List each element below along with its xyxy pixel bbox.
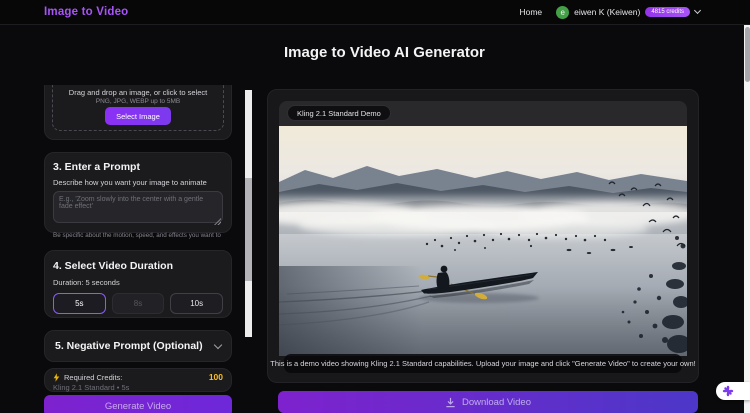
duration-option-5s[interactable]: 5s	[53, 293, 106, 314]
download-label: Download Video	[462, 397, 531, 408]
floating-widget-button[interactable]	[716, 382, 750, 400]
left-panel-scrollbar[interactable]	[245, 90, 252, 337]
chevron-down-icon	[694, 7, 701, 14]
credits-badge: 4815 credits	[645, 7, 690, 17]
scrollbar-thumb[interactable]	[745, 27, 750, 82]
demo-card: Kling 2.1 Standard Demo	[267, 89, 699, 383]
prompt-label: Describe how you want your image to anim…	[53, 178, 223, 187]
prompt-card: 3. Enter a Prompt Describe how you want …	[44, 152, 232, 233]
upload-card: Drag and drop an image, or click to sele…	[44, 85, 232, 140]
image-dropzone[interactable]: Drag and drop an image, or click to sele…	[52, 85, 224, 131]
generate-video-button[interactable]: Generate Video	[44, 395, 232, 413]
app-root: Image to Video Home e eiwen K (Keiwen) 4…	[0, 0, 750, 413]
flower-asterisk-icon	[722, 385, 734, 397]
demo-badge: Kling 2.1 Standard Demo	[287, 105, 391, 121]
demo-video-wrapper: Kling 2.1 Standard Demo	[279, 101, 687, 356]
user-menu[interactable]: e eiwen K (Keiwen) 4815 credits	[556, 6, 700, 19]
duration-card: 4. Select Video Duration Duration: 5 sec…	[44, 250, 232, 318]
download-icon	[445, 397, 456, 408]
prompt-hint: Be specific about the motion, speed, and…	[53, 232, 223, 239]
required-credits-value: 100	[209, 372, 223, 382]
negative-prompt-heading: 5. Negative Prompt (Optional)	[55, 340, 203, 352]
dropzone-hint: PNG, JPG, WEBP up to 5MB	[53, 98, 223, 105]
user-name: eiwen K (Keiwen)	[574, 7, 640, 17]
duration-options: 5s 8s 10s	[53, 293, 223, 314]
chevron-down-icon	[214, 340, 222, 348]
lightning-bolt-icon	[53, 373, 60, 382]
avatar: e	[556, 6, 569, 19]
select-image-button[interactable]: Select Image	[105, 107, 171, 125]
prompt-input[interactable]	[53, 191, 223, 223]
prompt-heading: 3. Enter a Prompt	[53, 161, 223, 173]
scrollbar-thumb[interactable]	[245, 178, 252, 281]
model-duration-detail: Kling 2.1 Standard • 5s	[53, 383, 223, 392]
topbar: Image to Video Home e eiwen K (Keiwen) 4…	[0, 0, 750, 25]
download-video-button[interactable]: Download Video	[278, 391, 698, 413]
required-credits-label: Required Credits:	[64, 373, 205, 382]
left-panel: Drag and drop an image, or click to sele…	[44, 85, 232, 413]
video-caption: This is a demo video showing Kling 2.1 S…	[284, 354, 682, 373]
duration-option-8s[interactable]: 8s	[112, 293, 165, 314]
duration-option-10s[interactable]: 10s	[170, 293, 223, 314]
nav-home-link[interactable]: Home	[519, 7, 542, 17]
negative-prompt-toggle[interactable]: 5. Negative Prompt (Optional)	[44, 330, 232, 362]
required-credits-card: Required Credits: 100 Kling 2.1 Standard…	[44, 368, 232, 392]
top-nav: Home e eiwen K (Keiwen) 4815 credits	[519, 6, 700, 19]
page-scrollbar[interactable]	[744, 25, 750, 413]
duration-heading: 4. Select Video Duration	[53, 260, 223, 272]
duration-label: Duration: 5 seconds	[53, 278, 223, 287]
app-logo[interactable]: Image to Video	[44, 6, 128, 18]
dropzone-title: Drag and drop an image, or click to sele…	[53, 88, 223, 97]
demo-video[interactable]	[279, 126, 687, 356]
page-title: Image to Video AI Generator	[284, 44, 485, 61]
